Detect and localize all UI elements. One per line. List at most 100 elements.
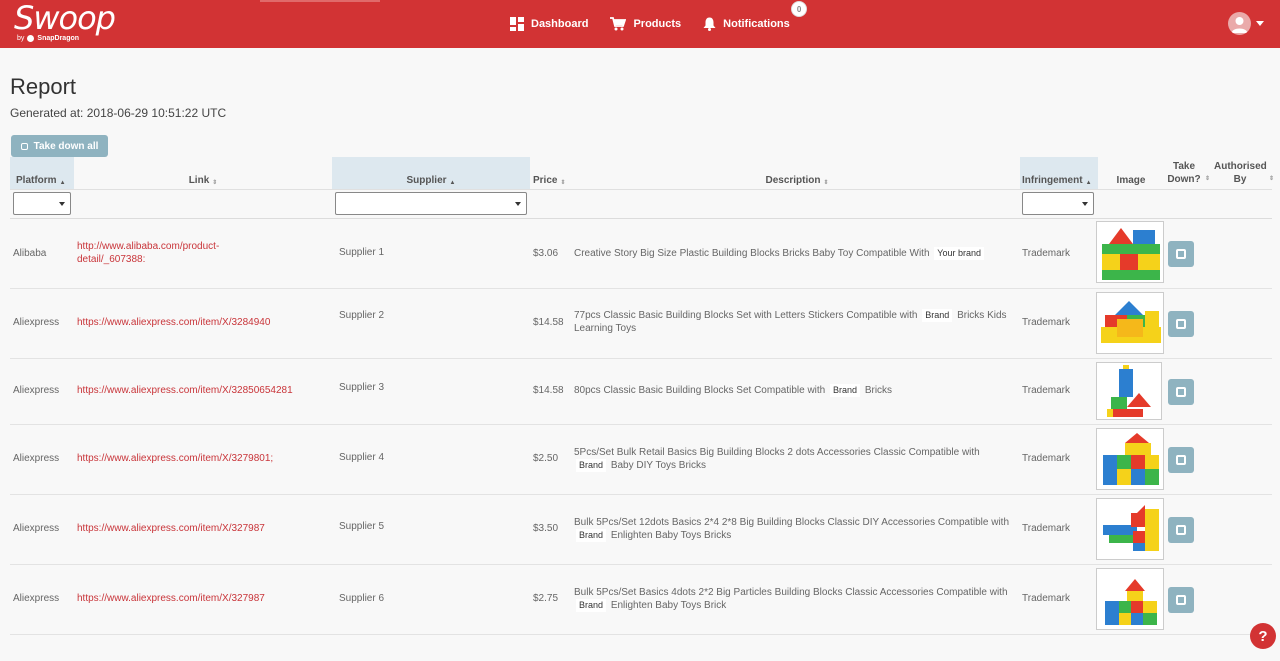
- take-down-button[interactable]: [1168, 517, 1194, 543]
- user-menu[interactable]: [1228, 12, 1264, 35]
- product-link[interactable]: https://www.aliexpress.com/item/X/327987: [77, 523, 265, 534]
- take-down-all-button[interactable]: Take down all: [11, 135, 108, 157]
- logo-company: SnapDragon: [37, 35, 80, 42]
- sort-icon: ⇕: [560, 180, 566, 186]
- infringement-cell: Trademark: [1022, 317, 1070, 328]
- nav-products[interactable]: Products: [610, 17, 681, 31]
- description-text: Bulk 5Pcs/Set Basics 4dots 2*2 Big Parti…: [574, 587, 1008, 598]
- description-cell: Bulk 5Pcs/Set 12dots Basics 2*4 2*8 Big …: [574, 516, 1014, 542]
- table-row: Aliexpress https://www.aliexpress.com/it…: [10, 565, 1272, 635]
- header-link[interactable]: Link ⇕: [74, 157, 332, 190]
- table-row: Alibaba http://www.alibaba.com/product-d…: [10, 219, 1272, 289]
- infringement-cell: Trademark: [1022, 385, 1070, 396]
- platform-cell: Aliexpress: [13, 317, 60, 328]
- take-down-button[interactable]: [1168, 311, 1194, 337]
- header-description-label: Description: [765, 175, 821, 186]
- infringement-cell: Trademark: [1022, 523, 1070, 534]
- sort-icon: ⇕: [1204, 176, 1210, 182]
- product-thumbnail[interactable]: [1096, 362, 1162, 420]
- product-link[interactable]: https://www.aliexpress.com/item/X/328506…: [77, 385, 293, 396]
- checkbox-icon: [1176, 249, 1186, 259]
- logo-by: by: [17, 35, 25, 42]
- header-take-down[interactable]: Take Down? ⇕: [1166, 157, 1210, 190]
- platform-cell: Aliexpress: [13, 523, 60, 534]
- description-text: Creative Story Big Size Plastic Building…: [574, 248, 930, 259]
- snapdragon-icon: [27, 35, 35, 42]
- price-cell: $14.58: [533, 317, 564, 328]
- supplier-cell: Supplier 2: [339, 310, 385, 321]
- sort-icon: ⇕: [212, 180, 218, 186]
- product-link[interactable]: https://www.aliexpress.com/item/X/328494…: [77, 317, 270, 328]
- table-row: Aliexpress https://www.aliexpress.com/it…: [10, 425, 1272, 495]
- header-take-down-label: Take Down?: [1167, 161, 1201, 185]
- take-down-button[interactable]: [1168, 447, 1194, 473]
- description-text-end: Bricks: [864, 385, 893, 396]
- nav-notifications[interactable]: Notifications 0: [703, 1, 808, 31]
- description-text: 5Pcs/Set Bulk Retail Basics Big Building…: [574, 447, 980, 458]
- product-link[interactable]: https://www.aliexpress.com/item/X/327987: [77, 593, 265, 604]
- description-cell: Creative Story Big Size Plastic Building…: [574, 247, 1014, 260]
- header-supplier[interactable]: Supplier ▲: [332, 157, 530, 190]
- checkbox-icon: [1176, 595, 1186, 605]
- checkbox-icon: [20, 142, 28, 150]
- description-cell: Bulk 5Pcs/Set Basics 4dots 2*2 Big Parti…: [574, 586, 1014, 612]
- supplier-cell: Supplier 1: [339, 247, 385, 258]
- brand-chip: Your brand: [934, 247, 985, 260]
- price-cell: $3.50: [533, 523, 559, 534]
- header-platform-label: Platform: [16, 175, 57, 186]
- product-link[interactable]: http://www.alibaba.com/product-detail/_6…: [77, 240, 247, 266]
- swoop-logo[interactable]: Swoop by SnapDragon: [14, 0, 116, 42]
- help-button[interactable]: ?: [1250, 623, 1276, 649]
- generated-timestamp: Generated at: 2018-06-29 10:51:22 UTC: [10, 106, 227, 120]
- header-image: Image: [1098, 157, 1164, 190]
- take-down-button[interactable]: [1168, 587, 1194, 613]
- platform-filter-select[interactable]: [13, 192, 71, 215]
- nav-dashboard[interactable]: Dashboard: [510, 17, 588, 31]
- brand-chip: Brand: [830, 384, 861, 397]
- top-navbar: Swoop by SnapDragon Dashboard Products N…: [0, 0, 1280, 48]
- product-thumbnail[interactable]: [1096, 568, 1164, 630]
- price-cell: $2.50: [533, 453, 559, 464]
- supplier-cell: Supplier 5: [339, 521, 385, 532]
- description-text: 77pcs Classic Basic Building Blocks Set …: [574, 310, 918, 321]
- product-thumbnail[interactable]: [1096, 498, 1164, 560]
- product-thumbnail[interactable]: [1096, 292, 1164, 354]
- header-description[interactable]: Description ⇕: [574, 157, 1020, 190]
- description-text-end: Enlighten Baby Toys Bricks: [610, 530, 732, 541]
- infringement-filter-select[interactable]: [1022, 192, 1094, 215]
- take-down-button[interactable]: [1168, 379, 1194, 405]
- header-platform[interactable]: Platform ▲: [10, 157, 74, 190]
- header-infringement[interactable]: Infringement ▲: [1020, 157, 1098, 190]
- user-avatar-icon: [1228, 12, 1251, 35]
- infringement-cell: Trademark: [1022, 453, 1070, 464]
- product-thumbnail[interactable]: [1096, 221, 1164, 283]
- checkbox-icon: [1176, 387, 1186, 397]
- sort-asc-icon: ▲: [449, 180, 456, 186]
- header-price[interactable]: Price ⇕: [533, 157, 573, 190]
- main-nav: Dashboard Products Notifications 0: [510, 0, 812, 48]
- nav-products-label: Products: [633, 18, 682, 30]
- take-down-button[interactable]: [1168, 241, 1194, 267]
- header-divider: [10, 189, 1272, 190]
- checkbox-icon: [1176, 455, 1186, 465]
- supplier-cell: Supplier 6: [339, 593, 385, 604]
- description-cell: 77pcs Classic Basic Building Blocks Set …: [574, 309, 1014, 335]
- price-cell: $2.75: [533, 593, 559, 604]
- take-down-all-label: Take down all: [33, 140, 99, 152]
- header-link-label: Link: [188, 175, 210, 186]
- sort-icon: ⇕: [823, 180, 829, 186]
- platform-cell: Aliexpress: [13, 385, 60, 396]
- supplier-cell: Supplier 3: [339, 382, 385, 393]
- product-link[interactable]: https://www.aliexpress.com/item/X/327980…: [77, 453, 273, 464]
- description-text: Bulk 5Pcs/Set 12dots Basics 2*4 2*8 Big …: [574, 517, 1010, 528]
- logo-wordmark: Swoop: [14, 0, 116, 37]
- price-cell: $14.58: [533, 385, 564, 396]
- supplier-filter-select[interactable]: [335, 192, 527, 215]
- product-thumbnail[interactable]: [1096, 428, 1164, 490]
- infringement-cell: Trademark: [1022, 593, 1070, 604]
- bell-icon: [703, 17, 716, 31]
- header-authorised-by[interactable]: Authorised By ⇕: [1214, 157, 1274, 190]
- checkbox-icon: [1176, 525, 1186, 535]
- description-cell: 80pcs Classic Basic Building Blocks Set …: [574, 384, 1014, 397]
- table-row: Aliexpress https://www.aliexpress.com/it…: [10, 495, 1272, 565]
